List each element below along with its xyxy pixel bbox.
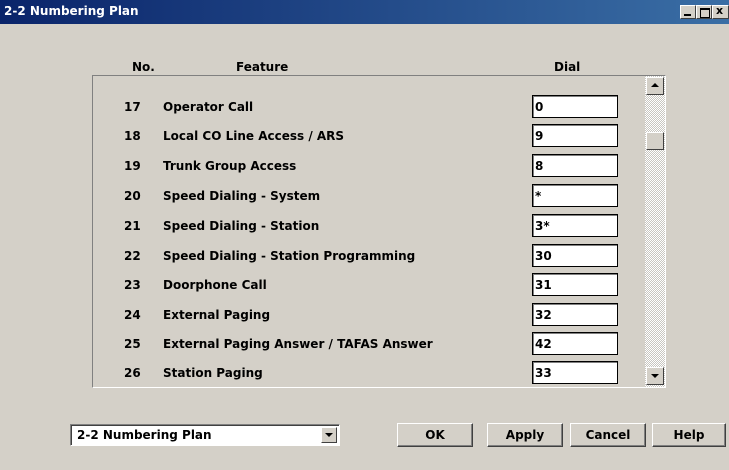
cancel-button[interactable]: Cancel	[570, 423, 646, 447]
row-number: 20	[124, 189, 141, 203]
row-feature: Doorphone Call	[163, 278, 267, 292]
row-feature: Local CO Line Access / ARS	[163, 129, 345, 143]
dial-field[interactable]	[532, 303, 618, 326]
scroll-up-icon[interactable]	[646, 77, 664, 95]
page-select-value: 2-2 Numbering Plan	[77, 428, 212, 442]
row-feature: External Paging	[163, 308, 271, 322]
row-number: 25	[124, 337, 141, 351]
dial-field[interactable]	[532, 361, 618, 384]
column-header-feature: Feature	[236, 60, 289, 74]
chevron-down-icon[interactable]	[321, 427, 337, 443]
row-number: 23	[124, 278, 141, 292]
dial-field[interactable]	[532, 214, 618, 237]
apply-button-label: Apply	[505, 428, 545, 442]
ok-button[interactable]: OK	[397, 423, 473, 447]
dial-field[interactable]	[532, 184, 618, 207]
row-number: 17	[124, 100, 141, 114]
vertical-scrollbar[interactable]	[645, 76, 665, 387]
row-number: 22	[124, 249, 141, 263]
page-select[interactable]: 2-2 Numbering Plan	[70, 424, 340, 446]
row-feature: Trunk Group Access	[163, 159, 297, 173]
row-feature: Speed Dialing - Station Programming	[163, 249, 416, 263]
scroll-down-icon[interactable]	[646, 367, 664, 385]
row-number: 26	[124, 366, 141, 380]
row-number: 21	[124, 219, 141, 233]
minimize-icon[interactable]	[680, 5, 696, 19]
row-feature: External Paging Answer / TAFAS Answer	[163, 337, 433, 351]
dial-field[interactable]	[532, 332, 618, 355]
dial-field[interactable]	[532, 273, 618, 296]
row-feature: Operator Call	[163, 100, 254, 114]
title-bar[interactable]: 2-2 Numbering Plan	[0, 0, 729, 24]
close-icon[interactable]	[712, 4, 729, 19]
dial-field[interactable]	[532, 244, 618, 267]
maximize-icon[interactable]	[696, 5, 712, 19]
dial-field[interactable]	[532, 154, 618, 177]
help-button-label: Help	[673, 428, 705, 442]
row-feature: Speed Dialing - Station	[163, 219, 320, 233]
row-feature: Station Paging	[163, 366, 263, 380]
row-number: 18	[124, 129, 141, 143]
cancel-button-label: Cancel	[585, 428, 631, 442]
column-header-no: No.	[132, 60, 155, 74]
help-button[interactable]: Help	[652, 423, 726, 447]
row-feature: Speed Dialing - System	[163, 189, 321, 203]
window-title: 2-2 Numbering Plan	[4, 4, 139, 18]
row-number: 19	[124, 159, 141, 173]
dial-field[interactable]	[532, 95, 618, 118]
ok-button-label: OK	[425, 428, 445, 442]
column-header-dial: Dial	[554, 60, 581, 74]
row-number: 24	[124, 308, 141, 322]
scroll-thumb[interactable]	[646, 132, 664, 150]
apply-button[interactable]: Apply	[487, 423, 563, 447]
dial-field[interactable]	[532, 124, 618, 147]
